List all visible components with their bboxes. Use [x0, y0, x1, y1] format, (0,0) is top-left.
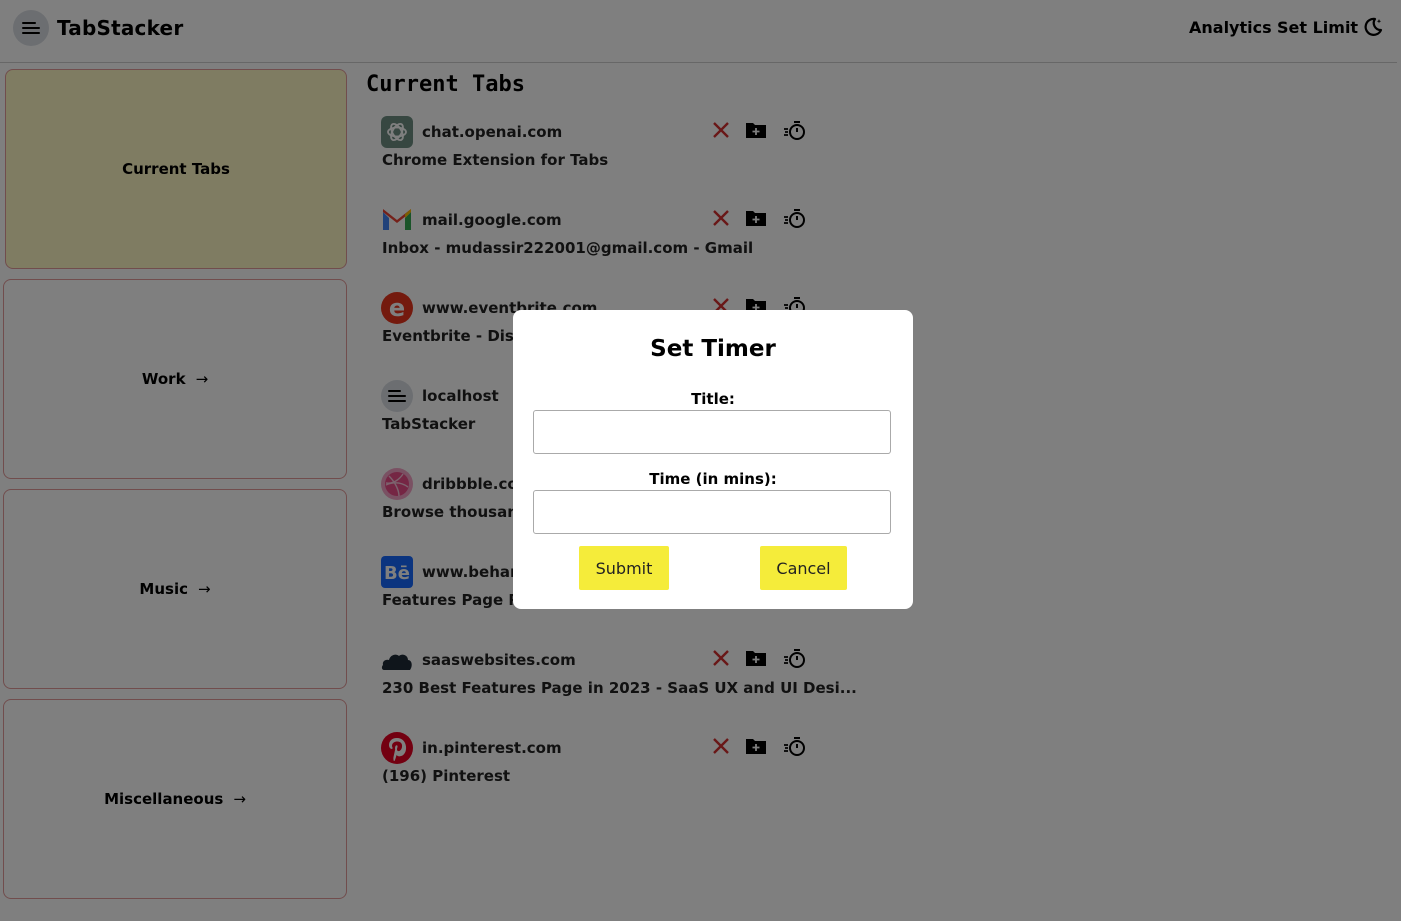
time-label: Time (in mins):: [649, 470, 777, 488]
timer-minutes-input[interactable]: [533, 490, 891, 534]
dialog-title: Set Timer: [650, 336, 776, 362]
submit-button[interactable]: Submit: [579, 546, 669, 590]
title-label: Title:: [691, 390, 735, 408]
set-timer-dialog: Set Timer Title: Time (in mins): Submit …: [513, 310, 913, 609]
timer-title-input[interactable]: [533, 410, 891, 454]
cancel-button[interactable]: Cancel: [760, 546, 847, 590]
